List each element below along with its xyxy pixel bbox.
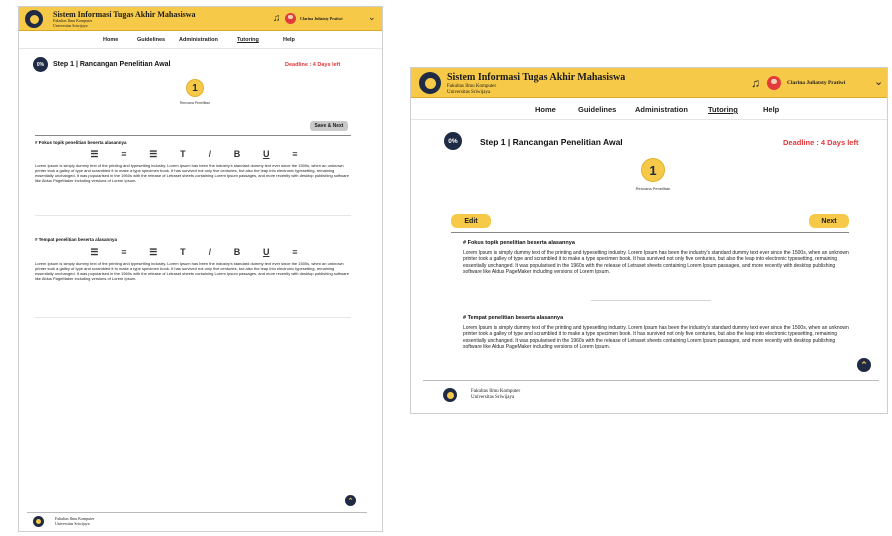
footer-institution: Fakultas Ilmu Komputer Universitas Sriwij… (55, 516, 95, 526)
underline-icon[interactable]: U (263, 247, 270, 257)
footer-divider (27, 512, 367, 513)
app-subtitle: Fakultas Ilmu Komputer Universitas Sriwij… (447, 84, 497, 95)
user-name[interactable]: Clarina Juliatsty Pratiwi (300, 16, 342, 21)
progress-badge: 0% (444, 132, 462, 150)
app-subtitle: Fakultas Ilmu Komputer Universitas Sriwij… (53, 18, 93, 28)
section-body: Lorem Ipsum is simply dummy text of the … (463, 250, 849, 276)
avatar[interactable] (285, 13, 296, 24)
divider (451, 232, 849, 233)
text-icon[interactable]: T (180, 247, 186, 257)
step-number: 1 (641, 158, 665, 182)
step-label: Rencana Penelitian (635, 186, 671, 191)
nav-administration[interactable]: Administration (179, 37, 218, 43)
main-nav: Home Guidelines Administration Tutoring … (411, 100, 887, 120)
italic-icon[interactable]: I (208, 149, 211, 159)
section-heading: # Fokus topik penelitian beserta alasann… (35, 140, 127, 145)
divider (35, 215, 351, 216)
divider (35, 135, 351, 136)
align-right-icon[interactable]: ☰ (149, 247, 157, 258)
bell-icon[interactable]: ♫ (273, 13, 281, 24)
next-button[interactable]: Next (809, 214, 849, 228)
italic-icon[interactable]: I (208, 247, 211, 257)
align-center-icon[interactable]: ≡ (121, 149, 126, 159)
university-logo (419, 72, 441, 94)
format-toolbar: ☰ ≡ ☰ T I B U ≡ (79, 247, 309, 258)
chevron-down-icon[interactable]: ⌄ (368, 12, 376, 23)
section-heading: # Fokus topik penelitian beserta alasann… (463, 240, 575, 246)
nav-guidelines[interactable]: Guidelines (578, 105, 616, 114)
align-center-icon[interactable]: ≡ (121, 247, 126, 257)
strikethrough-icon[interactable]: ≡ (292, 149, 297, 159)
nav-administration[interactable]: Administration (635, 105, 688, 114)
footer-logo (443, 388, 457, 402)
nav-tutoring[interactable]: Tutoring (237, 37, 259, 43)
edit-page-frame: Sistem Informasi Tugas Akhir Mahasiswa F… (18, 6, 383, 532)
nav-home[interactable]: Home (103, 37, 118, 43)
step-title: Step 1 | Rancangan Penelitian Awal (53, 61, 171, 68)
university-logo (25, 10, 43, 28)
header: Sistem Informasi Tugas Akhir Mahasiswa F… (411, 68, 887, 98)
avatar[interactable] (767, 76, 781, 90)
section-body-editor[interactable]: Lorem Ipsum is simply dummy text of the … (35, 261, 351, 281)
app-title: Sistem Informasi Tugas Akhir Mahasiswa (447, 72, 626, 83)
section-heading: # Tempat penelitian beserta alasannya (35, 237, 117, 242)
deadline: Deadline : 4 Days left (285, 62, 341, 68)
bold-icon[interactable]: B (234, 247, 241, 257)
section-body-editor[interactable]: Lorem Ipsum is simply dummy text of the … (35, 163, 351, 183)
align-left-icon[interactable]: ☰ (90, 247, 98, 258)
main-nav: Home Guidelines Administration Tutoring … (19, 33, 382, 49)
step-title: Step 1 | Rancangan Penelitian Awal (480, 137, 623, 147)
scroll-top-icon[interactable]: ⌃ (857, 358, 871, 372)
save-next-button[interactable]: Save & Next (310, 121, 348, 131)
user-name[interactable]: Clarina Juliatsty Pratiwi (787, 80, 845, 86)
nav-home[interactable]: Home (535, 105, 556, 114)
format-toolbar: ☰ ≡ ☰ T I B U ≡ (79, 149, 309, 160)
nav-help[interactable]: Help (283, 37, 295, 43)
nav-help[interactable]: Help (763, 105, 779, 114)
strikethrough-icon[interactable]: ≡ (292, 247, 297, 257)
align-left-icon[interactable]: ☰ (90, 149, 98, 160)
section-heading: # Tempat penelitian beserta alasannya (463, 315, 564, 321)
nav-guidelines[interactable]: Guidelines (137, 37, 165, 43)
underline-icon[interactable]: U (263, 149, 270, 159)
step-number: 1 (186, 79, 204, 97)
edit-button[interactable]: Edit (451, 214, 491, 228)
divider (35, 317, 351, 318)
footer-institution: Fakultas Ilmu Komputer Universitas Sriwij… (471, 389, 521, 400)
nav-tutoring[interactable]: Tutoring (708, 105, 738, 114)
align-right-icon[interactable]: ☰ (149, 149, 157, 160)
footer-logo (33, 516, 44, 527)
deadline: Deadline : 4 Days left (783, 138, 859, 147)
section-body: Lorem Ipsum is simply dummy text of the … (463, 325, 849, 351)
bell-icon[interactable]: ♫ (751, 76, 760, 90)
step-label: Rencana Penelitian (179, 101, 211, 105)
header: Sistem Informasi Tugas Akhir Mahasiswa F… (19, 7, 382, 31)
scroll-top-icon[interactable]: ⌃ (345, 495, 356, 506)
bold-icon[interactable]: B (234, 149, 241, 159)
footer-divider (423, 380, 879, 381)
view-page-frame: Sistem Informasi Tugas Akhir Mahasiswa F… (410, 67, 888, 414)
text-icon[interactable]: T (180, 149, 186, 159)
chevron-down-icon[interactable]: ⌄ (874, 75, 883, 88)
divider (591, 300, 711, 301)
progress-badge: 0% (33, 57, 48, 72)
